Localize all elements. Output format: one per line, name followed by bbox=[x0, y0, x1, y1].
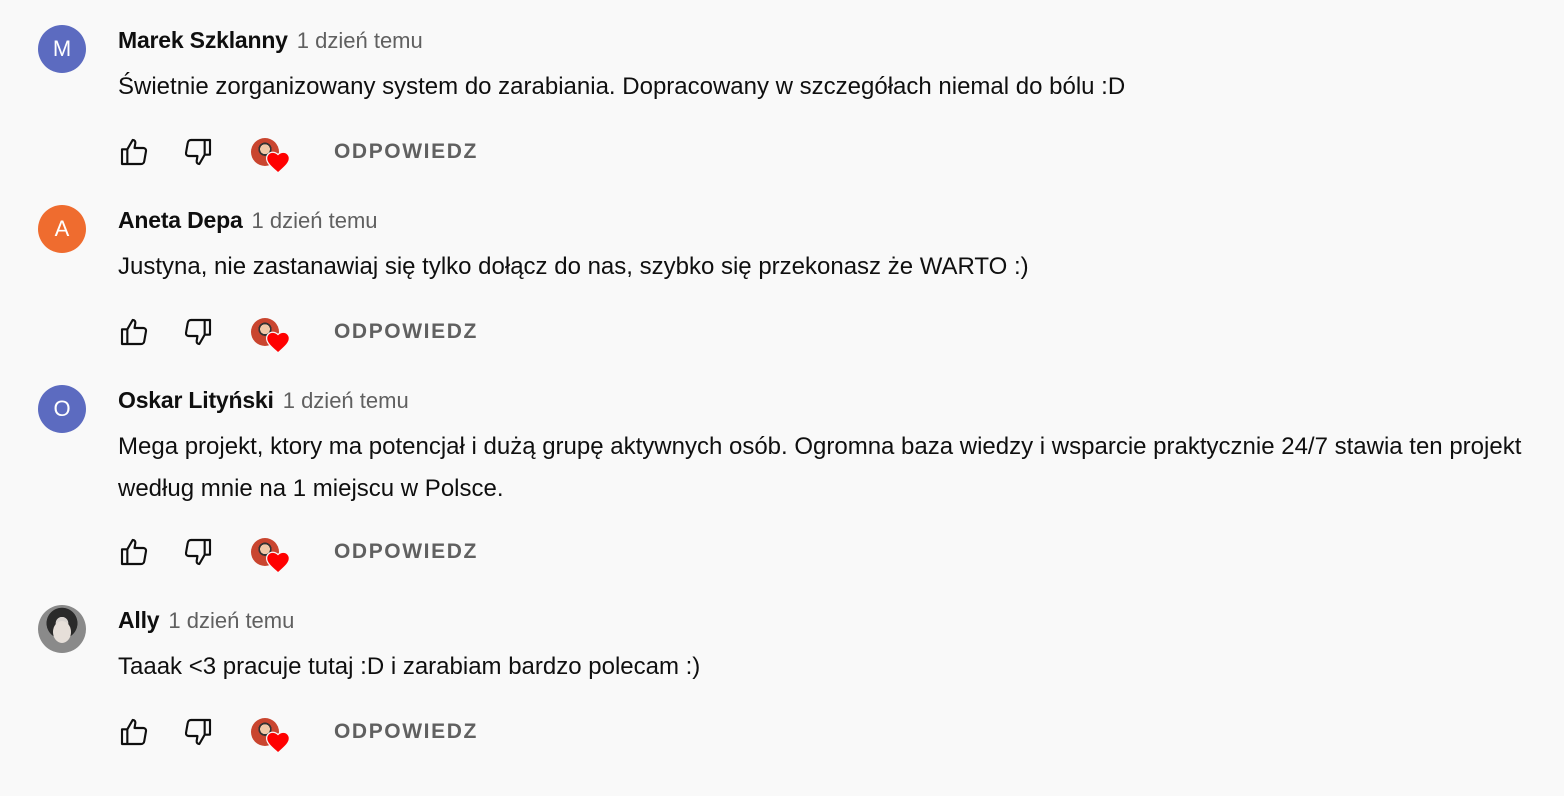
comment-actions: ODPOWIEDZ bbox=[118, 716, 518, 754]
heart-icon bbox=[265, 151, 291, 174]
reply-button[interactable]: ODPOWIEDZ bbox=[334, 316, 478, 348]
thumbs-down-icon bbox=[184, 718, 212, 746]
creator-heart-badge[interactable] bbox=[251, 318, 293, 356]
thumbs-down-icon bbox=[184, 318, 212, 346]
like-button[interactable] bbox=[118, 316, 150, 348]
thumbs-down-icon bbox=[184, 138, 212, 166]
reply-button[interactable]: ODPOWIEDZ bbox=[334, 136, 478, 168]
comment-header: Aneta Depa 1 dzień temu bbox=[118, 207, 378, 235]
thumbs-down-icon bbox=[184, 538, 212, 566]
comment-text: Justyna, nie zastanawiaj się tylko dołąc… bbox=[118, 253, 1029, 280]
avatar[interactable]: A bbox=[38, 205, 86, 253]
thumbs-up-icon bbox=[120, 718, 148, 746]
comment-time[interactable]: 1 dzień temu bbox=[168, 608, 294, 634]
author-name[interactable]: Ally bbox=[118, 607, 160, 634]
thumbs-up-icon bbox=[120, 318, 148, 346]
like-button[interactable] bbox=[118, 536, 150, 568]
dislike-button[interactable] bbox=[182, 716, 214, 748]
comment-actions: ODPOWIEDZ bbox=[118, 536, 518, 574]
creator-heart-badge[interactable] bbox=[251, 138, 293, 176]
avatar[interactable]: O bbox=[38, 385, 86, 433]
thumbs-up-icon bbox=[120, 538, 148, 566]
heart-icon bbox=[265, 551, 291, 574]
comment-text: Mega projekt, ktory ma potencjał i dużą … bbox=[118, 433, 1522, 502]
author-name[interactable]: Aneta Depa bbox=[118, 207, 243, 234]
comment-text: Taaak <3 pracuje tutaj :D i zarabiam bar… bbox=[118, 653, 701, 680]
reply-button[interactable]: ODPOWIEDZ bbox=[334, 536, 478, 568]
dislike-button[interactable] bbox=[182, 536, 214, 568]
comment-actions: ODPOWIEDZ bbox=[118, 136, 518, 174]
heart-icon bbox=[265, 331, 291, 354]
avatar[interactable]: M bbox=[38, 25, 86, 73]
reply-button[interactable]: ODPOWIEDZ bbox=[334, 716, 478, 748]
comment-actions: ODPOWIEDZ bbox=[118, 316, 518, 354]
dislike-button[interactable] bbox=[182, 136, 214, 168]
author-name[interactable]: Marek Szklanny bbox=[118, 27, 288, 54]
avatar[interactable] bbox=[38, 605, 86, 653]
dislike-button[interactable] bbox=[182, 316, 214, 348]
comment-header: Ally 1 dzień temu bbox=[118, 607, 294, 635]
creator-heart-badge[interactable] bbox=[251, 718, 293, 756]
comment-header: Marek Szklanny 1 dzień temu bbox=[118, 27, 423, 55]
comment-time[interactable]: 1 dzień temu bbox=[297, 28, 423, 54]
author-name[interactable]: Oskar Lityński bbox=[118, 387, 274, 414]
heart-icon bbox=[265, 731, 291, 754]
comment-time[interactable]: 1 dzień temu bbox=[252, 208, 378, 234]
like-button[interactable] bbox=[118, 136, 150, 168]
comment-header: Oskar Lityński 1 dzień temu bbox=[118, 387, 409, 415]
like-button[interactable] bbox=[118, 716, 150, 748]
avatar-face bbox=[53, 621, 71, 643]
thumbs-up-icon bbox=[120, 138, 148, 166]
comment-text: Świetnie zorganizowany system do zarabia… bbox=[118, 73, 1126, 100]
comment-time[interactable]: 1 dzień temu bbox=[283, 388, 409, 414]
creator-heart-badge[interactable] bbox=[251, 538, 293, 576]
